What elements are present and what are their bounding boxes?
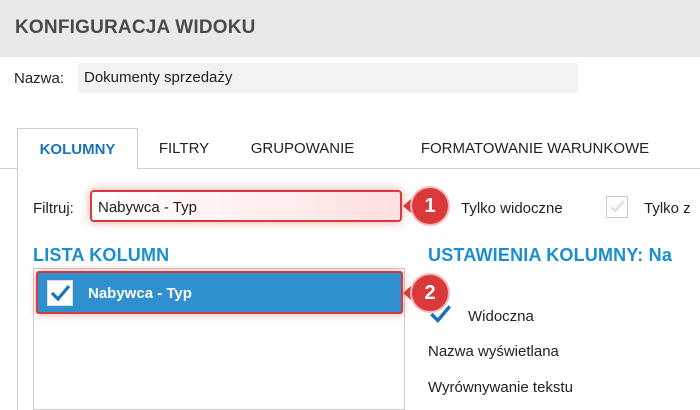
annotation-badge-1: 1 [412,188,448,224]
badge-2-pointer [403,286,411,300]
list-item-label: Nabywca - Typ [88,285,192,302]
tab-kolumny[interactable]: KOLUMNY [17,128,138,170]
check-icon [50,284,71,302]
window-title: KONFIGURACJA WIDOKU [15,17,256,38]
only-visible-label: Tylko widoczne [461,200,563,217]
columns-list-title: LISTA KOLUMN [33,245,170,265]
name-label: Nazwa: [14,70,65,87]
list-item[interactable]: Nabywca - Typ [36,271,403,314]
visible-label: Widoczna [468,308,534,325]
text-align-label: Wyrównywanie tekstu [428,379,573,396]
list-item-checkbox[interactable] [47,280,73,306]
tab-filtry[interactable]: FILTRY [145,128,223,169]
column-settings-title: USTAWIENIA KOLUMNY: Na [428,245,673,265]
tab-bar: KOLUMNY FILTRY GRUPOWANIE FORMATOWANIE W… [0,128,700,170]
visible-checkbox[interactable] [427,305,452,329]
check-icon [430,305,452,324]
name-input[interactable]: Dokumenty sprzedaży [78,63,578,93]
check-icon [610,200,625,213]
only-other-checkbox[interactable] [606,196,628,218]
badge-1-pointer [403,199,411,213]
tab-grupowanie[interactable]: GRUPOWANIE [230,128,375,169]
title-bar: KONFIGURACJA WIDOKU [0,0,700,57]
filter-input-value: Nabywca - Typ [98,199,197,216]
display-name-label: Nazwa wyświetlana [428,343,559,360]
filter-label: Filtruj: [33,200,74,217]
only-other-label: Tylko z [644,200,691,217]
tab-formatowanie-warunkowe[interactable]: FORMATOWANIE WARUNKOWE [388,128,682,169]
